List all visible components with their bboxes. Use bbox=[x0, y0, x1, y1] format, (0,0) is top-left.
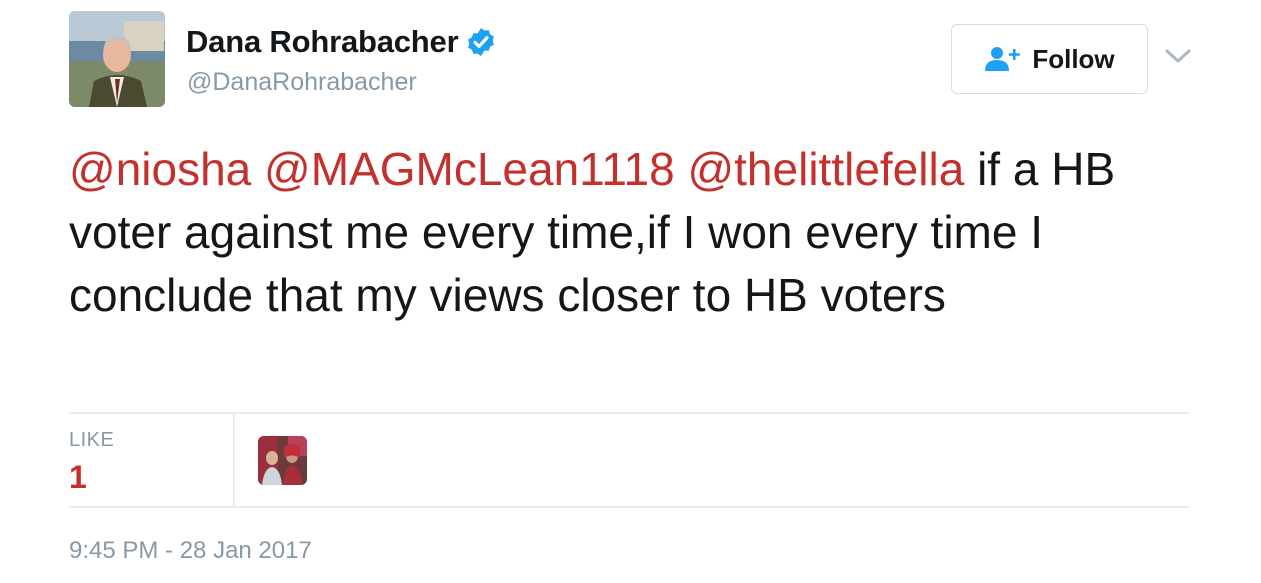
author-avatar[interactable] bbox=[69, 11, 165, 107]
tweet-card: Dana Rohrabacher @DanaRohrabacher Follow… bbox=[0, 0, 1261, 583]
follow-button-label: Follow bbox=[1032, 43, 1115, 74]
liker-photo bbox=[258, 436, 307, 485]
add-user-icon bbox=[984, 46, 1022, 72]
mention-link[interactable]: @niosha bbox=[69, 143, 251, 195]
stats-divider-bottom bbox=[69, 506, 1189, 508]
follow-button[interactable]: Follow bbox=[951, 24, 1148, 94]
verified-badge-icon bbox=[465, 26, 497, 58]
author-handle[interactable]: @DanaRohrabacher bbox=[187, 68, 417, 97]
tweet-text: @niosha @MAGMcLean1118 @thelittlefella i… bbox=[69, 138, 1199, 327]
profile-photo bbox=[69, 11, 165, 107]
chevron-down-icon[interactable] bbox=[1163, 44, 1193, 68]
tweet-timestamp[interactable]: 9:45 PM - 28 Jan 2017 bbox=[69, 537, 312, 565]
author-name-row: Dana Rohrabacher bbox=[186, 24, 497, 60]
like-label: LIKE bbox=[69, 429, 115, 451]
like-count[interactable]: 1 bbox=[69, 459, 87, 496]
stats-divider-top bbox=[69, 412, 1189, 414]
author-display-name[interactable]: Dana Rohrabacher bbox=[186, 24, 459, 60]
mention-link[interactable]: @thelittlefella bbox=[687, 143, 964, 195]
mention-link[interactable]: @MAGMcLean1118 bbox=[264, 143, 675, 195]
stats-vertical-divider bbox=[233, 414, 235, 506]
liker-avatar[interactable] bbox=[258, 436, 307, 485]
